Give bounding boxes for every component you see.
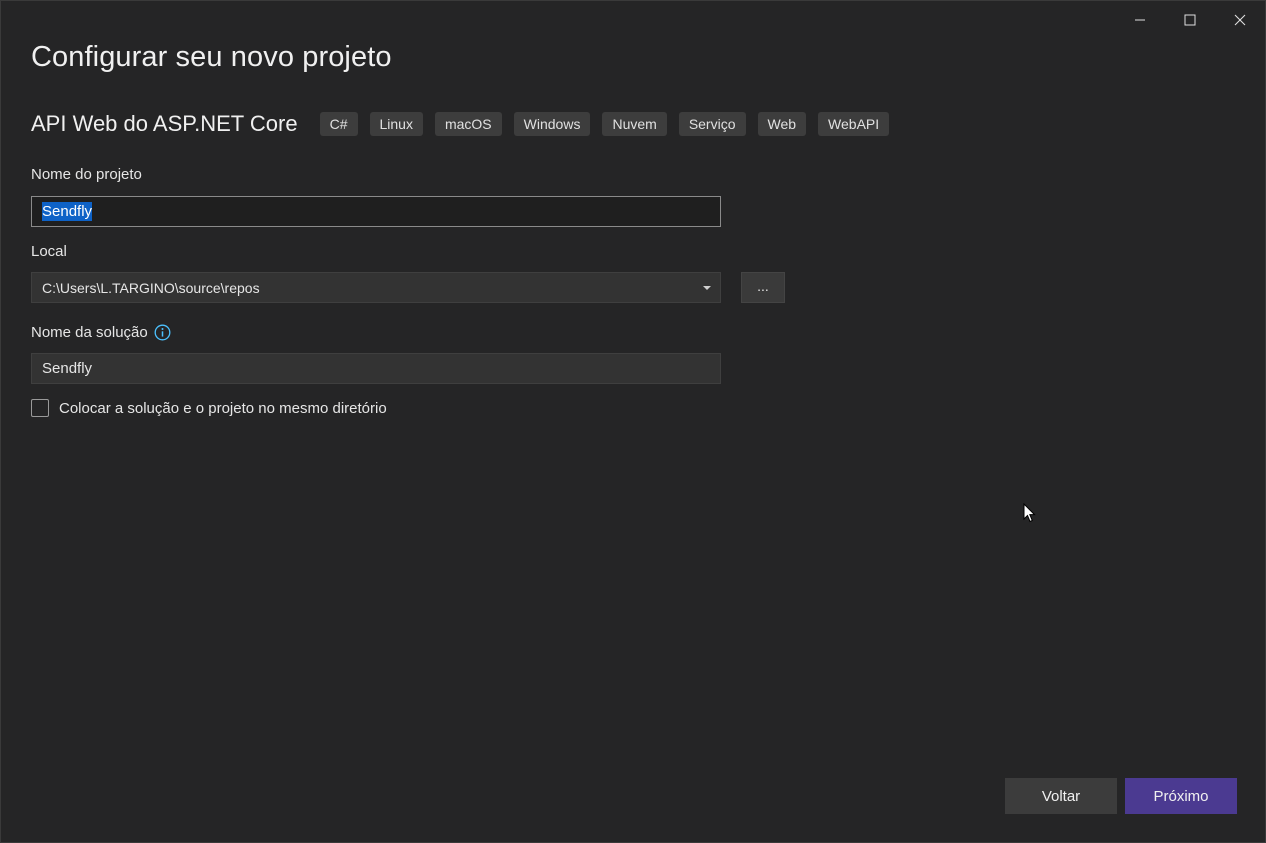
template-tags: C# Linux macOS Windows Nuvem Serviço Web… [319,112,902,136]
window-controls [1115,1,1265,39]
project-name-value: Sendfly [42,202,93,221]
close-icon [1234,14,1246,26]
maximize-button[interactable] [1165,1,1215,39]
location-value: C:\Users\L.TARGINO\source\repos [42,279,260,296]
project-name-input[interactable]: Sendfly [31,196,721,227]
chevron-down-icon[interactable] [702,285,712,291]
maximize-icon [1184,14,1196,26]
tag: Web [757,112,807,136]
solution-name-input[interactable]: Sendfly [31,353,721,384]
mouse-cursor-icon [1023,502,1036,528]
tag: macOS [434,112,502,136]
tag: WebAPI [818,112,890,136]
same-directory-option[interactable]: Colocar a solução e o projeto no mesmo d… [31,399,387,417]
tag: Serviço [678,112,746,136]
solution-name-label-row: Nome da solução [31,324,171,341]
location-combobox[interactable]: C:\Users\L.TARGINO\source\repos [31,272,721,303]
tag: Windows [513,112,591,136]
page-title: Configurar seu novo projeto [31,41,392,73]
info-icon[interactable] [154,324,171,341]
solution-name-label: Nome da solução [31,324,148,341]
configure-project-window: Configurar seu novo projeto API Web do A… [0,0,1266,843]
browse-button[interactable]: ... [741,272,785,303]
location-label: Local [31,243,67,260]
back-button[interactable]: Voltar [1005,778,1117,814]
tag: Nuvem [602,112,667,136]
close-button[interactable] [1215,1,1265,39]
template-name: API Web do ASP.NET Core [31,111,298,136]
solution-name-value: Sendfly [42,360,93,377]
same-directory-checkbox[interactable] [31,399,49,417]
minimize-button[interactable] [1115,1,1165,39]
next-button[interactable]: Próximo [1125,778,1237,814]
minimize-icon [1135,19,1145,21]
project-name-label: Nome do projeto [31,166,142,183]
template-header: API Web do ASP.NET Core C# Linux macOS W… [31,111,901,137]
tag: C# [319,112,358,136]
tag: Linux [369,112,423,136]
same-directory-label: Colocar a solução e o projeto no mesmo d… [59,399,387,417]
